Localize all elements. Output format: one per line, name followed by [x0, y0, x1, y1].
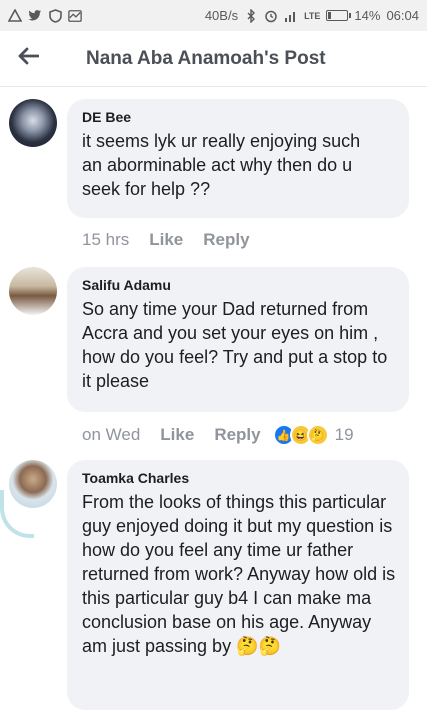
comment-time: on Wed: [82, 425, 141, 444]
comment-text: So any time your Dad returned from Accra…: [82, 299, 388, 391]
avatar[interactable]: [9, 267, 57, 315]
reaction-summary[interactable]: 👍 😆 🤔 19: [272, 424, 354, 446]
comment-time: 15 hrs: [82, 230, 130, 249]
alarm-icon: [264, 9, 278, 23]
comment-author[interactable]: DE Bee: [82, 109, 395, 125]
like-button[interactable]: Like: [160, 425, 194, 445]
clock: 06:04: [386, 8, 419, 23]
comment-text: From the looks of things this particular…: [82, 490, 400, 658]
back-button[interactable]: [0, 31, 56, 87]
reaction-count: 19: [334, 425, 354, 444]
thinking-reaction-icon: 🤔: [306, 424, 329, 446]
back-arrow-icon: [17, 47, 40, 70]
shield-icon: [48, 8, 62, 23]
comment-actions: 15 hrs Like Reply: [82, 230, 250, 250]
signal-icon: [284, 9, 298, 23]
bluetooth-icon: [244, 8, 258, 23]
avatar[interactable]: [9, 460, 57, 508]
network-type: LTE: [304, 10, 321, 21]
comment-body: From the looks of things this particular…: [82, 492, 396, 656]
comment-bubble: Toamka Charles From the looks of things …: [67, 460, 409, 710]
reply-button[interactable]: Reply: [214, 425, 260, 445]
comment-author[interactable]: Toamka Charles: [82, 470, 395, 486]
reply-button[interactable]: Reply: [203, 230, 249, 250]
page-title: Nana Aba Anamoah's Post: [86, 47, 326, 69]
pulse-icon: [68, 9, 82, 23]
post-header: Nana Aba Anamoah's Post: [0, 31, 427, 87]
network-speed: 40B/s: [204, 8, 239, 23]
comment-bubble: DE Bee it seems lyk ur really enjoying s…: [67, 99, 409, 218]
avatar[interactable]: [9, 99, 57, 147]
battery-icon: [326, 10, 352, 21]
battery-level: 14%: [354, 8, 381, 23]
comment-author[interactable]: Salifu Adamu: [82, 277, 395, 293]
thinking-emoji: 🤔🤔: [236, 636, 281, 656]
comment-text: it seems lyk ur really enjoying such an …: [82, 131, 361, 199]
warning-icon: [8, 9, 22, 23]
comment-actions: on Wed Like Reply 👍 😆 🤔 19: [82, 424, 354, 446]
status-bar: 40B/s LTE 14% 06:04: [0, 0, 427, 31]
comment-bubble: Salifu Adamu So any time your Dad return…: [67, 267, 409, 412]
twitter-icon: [28, 9, 42, 23]
like-button[interactable]: Like: [149, 230, 183, 250]
